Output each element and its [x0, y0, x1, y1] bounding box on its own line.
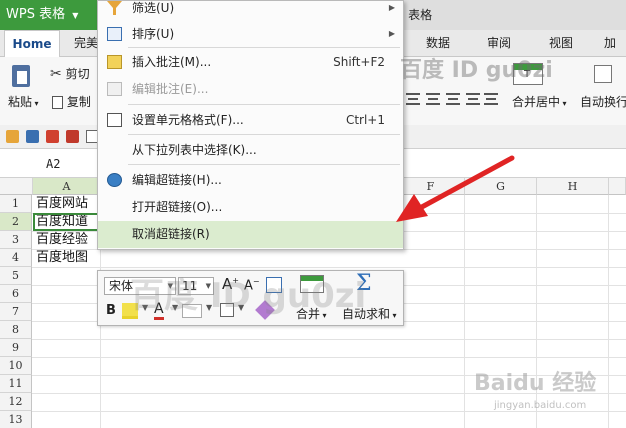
row-header-10[interactable]: 10 [0, 357, 32, 375]
cell-a2[interactable]: 百度知道 [33, 213, 100, 231]
tab-complete[interactable]: 完美 [74, 30, 98, 57]
open-folder-icon[interactable] [6, 130, 19, 143]
menu-separator [128, 134, 400, 135]
distribute-icon[interactable] [466, 93, 480, 105]
name-box[interactable]: A2 [0, 154, 98, 174]
menu-item-label: 编辑批注(E)... [132, 82, 209, 96]
menu-item-filter[interactable]: 筛选(U) ▶ [98, 0, 403, 21]
export-pdf-icon[interactable] [46, 130, 59, 143]
save-icon[interactable] [26, 130, 39, 143]
menu-item-label: 从下拉列表中选择(K)... [132, 143, 257, 157]
menu-item-remove-hyperlink[interactable]: 取消超链接(R) [98, 221, 403, 248]
row-header-2[interactable]: 2 [0, 213, 32, 231]
wps-menu-button[interactable]: WPS 表格 ▼ [0, 0, 98, 30]
row-header-4[interactable]: 4 [0, 249, 32, 267]
menu-item-edit-hyperlink[interactable]: 编辑超链接(H)... [98, 167, 403, 193]
row-header-3[interactable]: 3 [0, 231, 32, 249]
align-right-icon[interactable] [446, 93, 460, 105]
row-header-8[interactable]: 8 [0, 321, 32, 339]
menu-separator [128, 104, 400, 105]
watermark-top: 百度 ID gu0zi [400, 58, 553, 83]
watermark-baidu: Baidu 经验 [474, 371, 597, 396]
grid-line [608, 195, 609, 428]
tab-addins[interactable]: 加载 [604, 30, 626, 77]
copy-label: 复制 [66, 95, 91, 109]
column-header-h[interactable]: H [537, 178, 609, 195]
scissors-icon: ✂ [50, 66, 62, 82]
copy-button[interactable]: 复制 [52, 93, 91, 110]
menu-item-label: 打开超链接(O)... [132, 200, 223, 214]
filter-icon [107, 1, 122, 15]
column-header-a[interactable]: A [33, 178, 101, 195]
row-header-1[interactable]: 1 [0, 195, 32, 213]
column-header-i[interactable] [609, 178, 626, 195]
menu-item-edit-comment: 编辑批注(E)... [98, 76, 403, 102]
watermark-baidu-url: jingyan.baidu.com [494, 400, 587, 411]
menu-item-pick-from-list[interactable]: 从下拉列表中选择(K)... [98, 137, 403, 163]
watermark-middle: 百度 ID gu0zi [130, 276, 367, 316]
grid-line [464, 195, 465, 428]
menu-item-format-cells[interactable]: 设置单元格格式(F)... Ctrl+1 [98, 107, 403, 133]
merge-center-label: 合并居中 [512, 95, 561, 109]
menu-item-label: 编辑超链接(H)... [132, 173, 222, 187]
menu-item-label: 排序(U) [132, 27, 175, 41]
menu-item-label: 插入批注(M)... [132, 55, 212, 69]
merge-center-button[interactable]: 合并居中 ▾ [512, 93, 567, 110]
justify-icon[interactable] [484, 93, 498, 105]
menu-item-label: 筛选(U) [132, 1, 175, 15]
cell-a4[interactable]: 百度地图 [33, 249, 100, 267]
row-header-13[interactable]: 13 [0, 411, 32, 428]
cell-a3[interactable]: 百度经验 [33, 231, 100, 249]
format-cells-icon [107, 113, 122, 127]
paste-button[interactable]: 粘贴 ▾ [8, 93, 39, 110]
paste-label: 粘贴 [8, 95, 33, 109]
wrap-text-icon[interactable] [594, 65, 612, 83]
chevron-down-icon: ▼ [72, 11, 79, 20]
align-center-icon[interactable] [426, 93, 440, 105]
cut-button[interactable]: ✂ 剪切 [50, 65, 90, 82]
menu-separator [128, 164, 400, 165]
menu-item-shortcut: Shift+F2 [333, 55, 385, 69]
menu-item-label: 取消超链接(R) [132, 227, 210, 241]
context-menu: 筛选(U) ▶ 排序(U) ▶ 插入批注(M)... Shift+F2 编辑批注… [97, 0, 404, 250]
cell-a1[interactable]: 百度网站 [33, 195, 100, 213]
submenu-arrow-icon: ▶ [388, 29, 395, 38]
sort-icon [107, 27, 122, 41]
wps-app-label: WPS 表格 [6, 7, 66, 22]
row-header-5[interactable]: 5 [0, 267, 32, 285]
submenu-arrow-icon: ▶ [388, 3, 395, 12]
select-all-corner[interactable] [0, 178, 33, 195]
wrap-text-button[interactable]: 自动换行 [580, 93, 626, 110]
row-header-6[interactable]: 6 [0, 285, 32, 303]
menu-item-insert-comment[interactable]: 插入批注(M)... Shift+F2 [98, 49, 403, 75]
column-header-g[interactable]: G [465, 178, 537, 195]
row-header-7[interactable]: 7 [0, 303, 32, 321]
tab-home[interactable]: Home [4, 30, 60, 58]
row-header-12[interactable]: 12 [0, 393, 32, 411]
menu-item-shortcut: Ctrl+1 [345, 113, 385, 127]
copy-icon [52, 96, 63, 109]
menu-item-sort[interactable]: 排序(U) ▶ [98, 21, 403, 47]
cut-label: 剪切 [65, 67, 90, 81]
paste-icon[interactable] [12, 65, 30, 87]
edit-comment-icon [107, 82, 122, 96]
menu-separator [128, 47, 400, 48]
row-header-9[interactable]: 9 [0, 339, 32, 357]
menu-item-label: 设置单元格格式(F)... [132, 113, 244, 127]
align-left-icon[interactable] [406, 93, 420, 105]
comment-icon [107, 55, 122, 69]
print-icon[interactable] [66, 130, 79, 143]
row-header-11[interactable]: 11 [0, 375, 32, 393]
column-header-f[interactable]: F [397, 178, 465, 195]
menu-item-open-hyperlink[interactable]: 打开超链接(O)... [98, 194, 403, 220]
bold-button[interactable]: B [106, 303, 116, 318]
globe-link-icon [107, 173, 122, 187]
